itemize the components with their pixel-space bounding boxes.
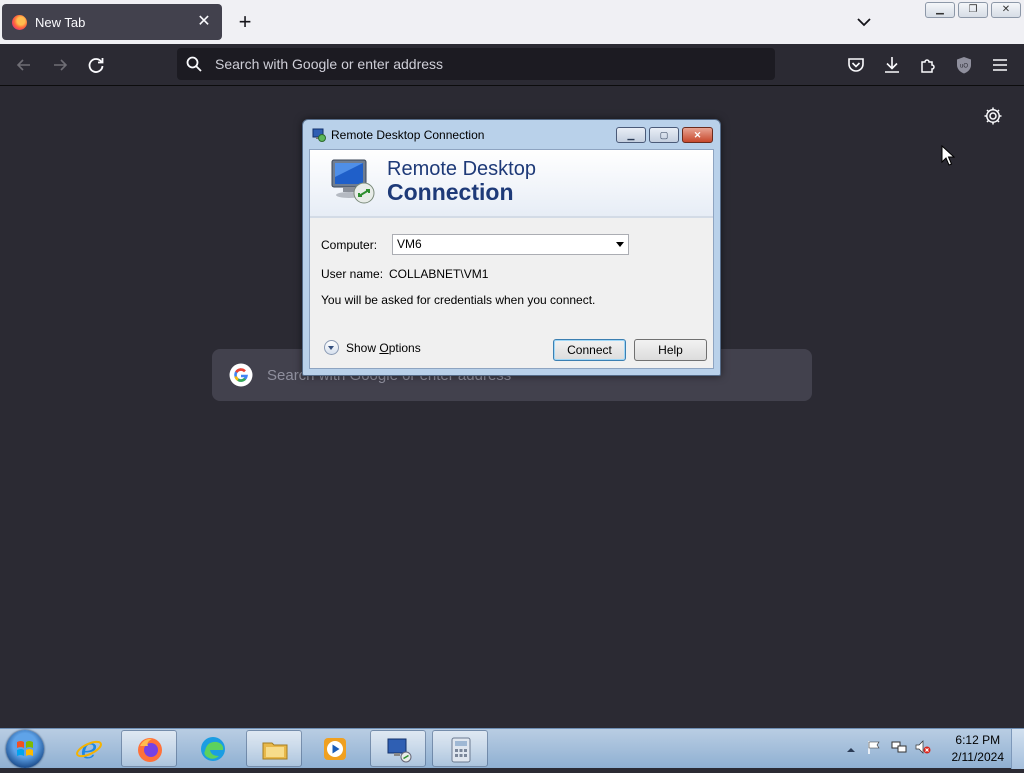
computer-combobox[interactable]: VM6 [392,234,629,255]
banner-title-line2: Connection [387,179,514,205]
address-input[interactable] [213,55,757,73]
connect-button[interactable]: Connect [553,339,626,361]
show-options-label: Show Options [346,340,421,355]
downloads-icon[interactable] [881,54,903,76]
folder-icon [262,742,288,760]
firefox-icon [12,14,27,30]
start-button[interactable] [6,730,44,768]
calculator-icon [451,737,471,763]
taskbar-media-player[interactable] [307,730,363,767]
pocket-icon[interactable] [845,54,867,76]
clock-date: 2/11/2024 [951,750,1005,764]
network-icon[interactable] [891,739,907,755]
show-options-toggle[interactable]: Show Options [324,340,421,355]
back-icon[interactable] [13,54,35,76]
search-icon [186,56,202,72]
taskbar-firefox[interactable] [121,730,177,767]
internet-explorer-icon: e [76,735,102,763]
taskbar-file-explorer[interactable] [246,730,302,767]
username-label: User name: [321,267,384,281]
edge-icon [201,737,225,761]
gear-icon[interactable] [982,105,1004,127]
svg-text:uO: uO [960,64,968,70]
remote-desktop-small-icon [312,128,326,142]
remote-desktop-dialog: Remote Desktop Connection ▁ ▢ ✕ Remote D… [302,119,721,376]
clock-time: 6:12 PM [955,733,1001,747]
computer-value: VM6 [397,237,422,251]
reload-icon[interactable] [85,54,107,76]
restore-button[interactable]: ❐ [958,2,988,18]
username-value: COLLABNET\VM1 [389,267,489,281]
minimize-button[interactable]: ▁ [925,2,955,18]
remote-desktop-icon [331,159,375,204]
show-desktop-button[interactable] [1011,729,1024,769]
close-tab-icon[interactable]: ✕ [194,12,214,32]
dialog-minimize-button[interactable]: ▁ [616,127,646,143]
forward-icon[interactable] [49,54,71,76]
svg-text:e: e [81,735,98,763]
taskbar: e 6:12 PM 2/11/2024 [0,728,1024,769]
taskbar-edge[interactable] [185,730,241,767]
tab-title: New Tab [35,14,86,30]
tab-strip: New Tab ✕ + ▁ ❐ ✕ [0,0,1024,44]
dialog-body: Remote Desktop Connection Computer: VM6 … [309,149,714,369]
system-clock[interactable]: 6:12 PM 2/11/2024 [952,732,1005,766]
dialog-close-button[interactable]: ✕ [682,127,713,143]
action-center-flag-icon[interactable] [866,739,882,755]
remote-desktop-icon [387,738,412,763]
extensions-icon[interactable] [917,54,939,76]
firefox-icon [138,738,162,762]
media-player-icon [324,738,346,760]
taskbar-internet-explorer[interactable]: e [61,730,117,767]
help-button[interactable]: Help [634,339,707,361]
expand-options-icon[interactable] [324,340,339,355]
mouse-cursor-icon [941,145,955,166]
ublock-origin-icon[interactable]: uO [953,54,975,76]
banner-title-line1: Remote Desktop [387,158,536,180]
tab-new-tab[interactable]: New Tab ✕ [2,4,222,40]
credentials-info-text: You will be asked for credentials when y… [321,293,596,307]
address-bar[interactable] [177,48,775,80]
windows-logo-icon [17,741,33,756]
chevron-down-icon[interactable] [854,12,874,32]
taskbar-calculator[interactable] [432,730,488,767]
show-hidden-icons-icon[interactable] [843,742,859,758]
dialog-maximize-button[interactable]: ▢ [649,127,679,143]
menu-icon[interactable] [989,54,1011,76]
dialog-banner: Remote Desktop Connection [310,150,713,218]
new-tab-button[interactable]: + [234,11,256,33]
taskbar-remote-desktop[interactable] [370,730,426,767]
navigation-bar: uO [0,44,1024,86]
dialog-title: Remote Desktop Connection [331,128,485,142]
computer-label: Computer: [321,238,378,252]
google-icon [229,363,253,387]
close-window-button[interactable]: ✕ [991,2,1021,18]
volume-muted-icon[interactable] [915,739,931,755]
dropdown-arrow-icon[interactable] [616,242,624,247]
